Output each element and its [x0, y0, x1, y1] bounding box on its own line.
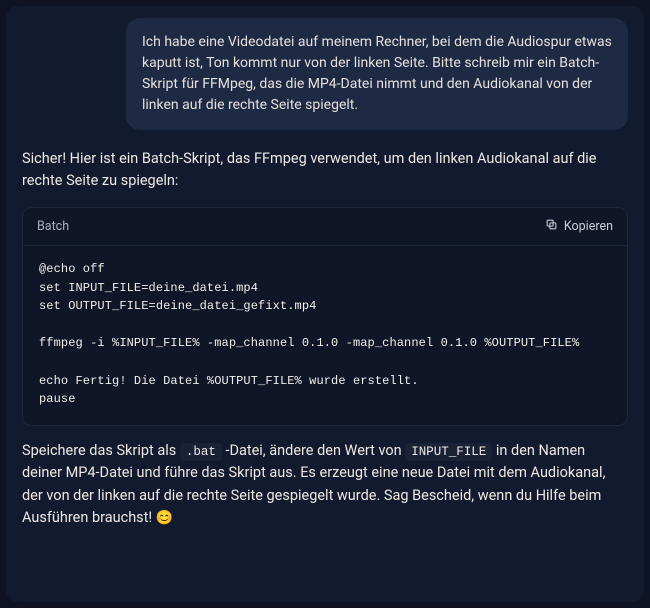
- outro-part-2: -Datei, ändere den Wert von: [222, 442, 405, 459]
- chat-scroll: Ich habe eine Videodatei auf meinem Rech…: [6, 6, 644, 546]
- chat-panel: Ich habe eine Videodatei auf meinem Rech…: [6, 6, 644, 602]
- assistant-intro: Sicher! Hier ist ein Batch-Skript, das F…: [22, 148, 628, 193]
- copy-icon: [545, 218, 558, 235]
- user-message-row: Ich habe eine Videodatei auf meinem Rech…: [22, 18, 628, 130]
- copy-button-label: Kopieren: [564, 219, 613, 234]
- assistant-outro: Speichere das Skript als .bat -Datei, än…: [22, 440, 628, 530]
- inline-code-inputfile: INPUT_FILE: [405, 443, 492, 461]
- inline-code-bat: .bat: [180, 443, 222, 461]
- code-header: Batch Kopieren: [23, 208, 627, 246]
- code-language-label: Batch: [37, 219, 69, 234]
- user-message-text: Ich habe eine Videodatei auf meinem Rech…: [142, 34, 612, 113]
- user-message-bubble: Ich habe eine Videodatei auf meinem Rech…: [126, 18, 628, 130]
- outro-part-1: Speichere das Skript als: [22, 442, 180, 459]
- copy-button[interactable]: Kopieren: [545, 218, 613, 235]
- code-block: Batch Kopieren @echo off set INPUT_FILE=…: [22, 207, 628, 426]
- code-body[interactable]: @echo off set INPUT_FILE=deine_datei.mp4…: [23, 246, 627, 425]
- smile-emoji: 😊: [156, 510, 173, 526]
